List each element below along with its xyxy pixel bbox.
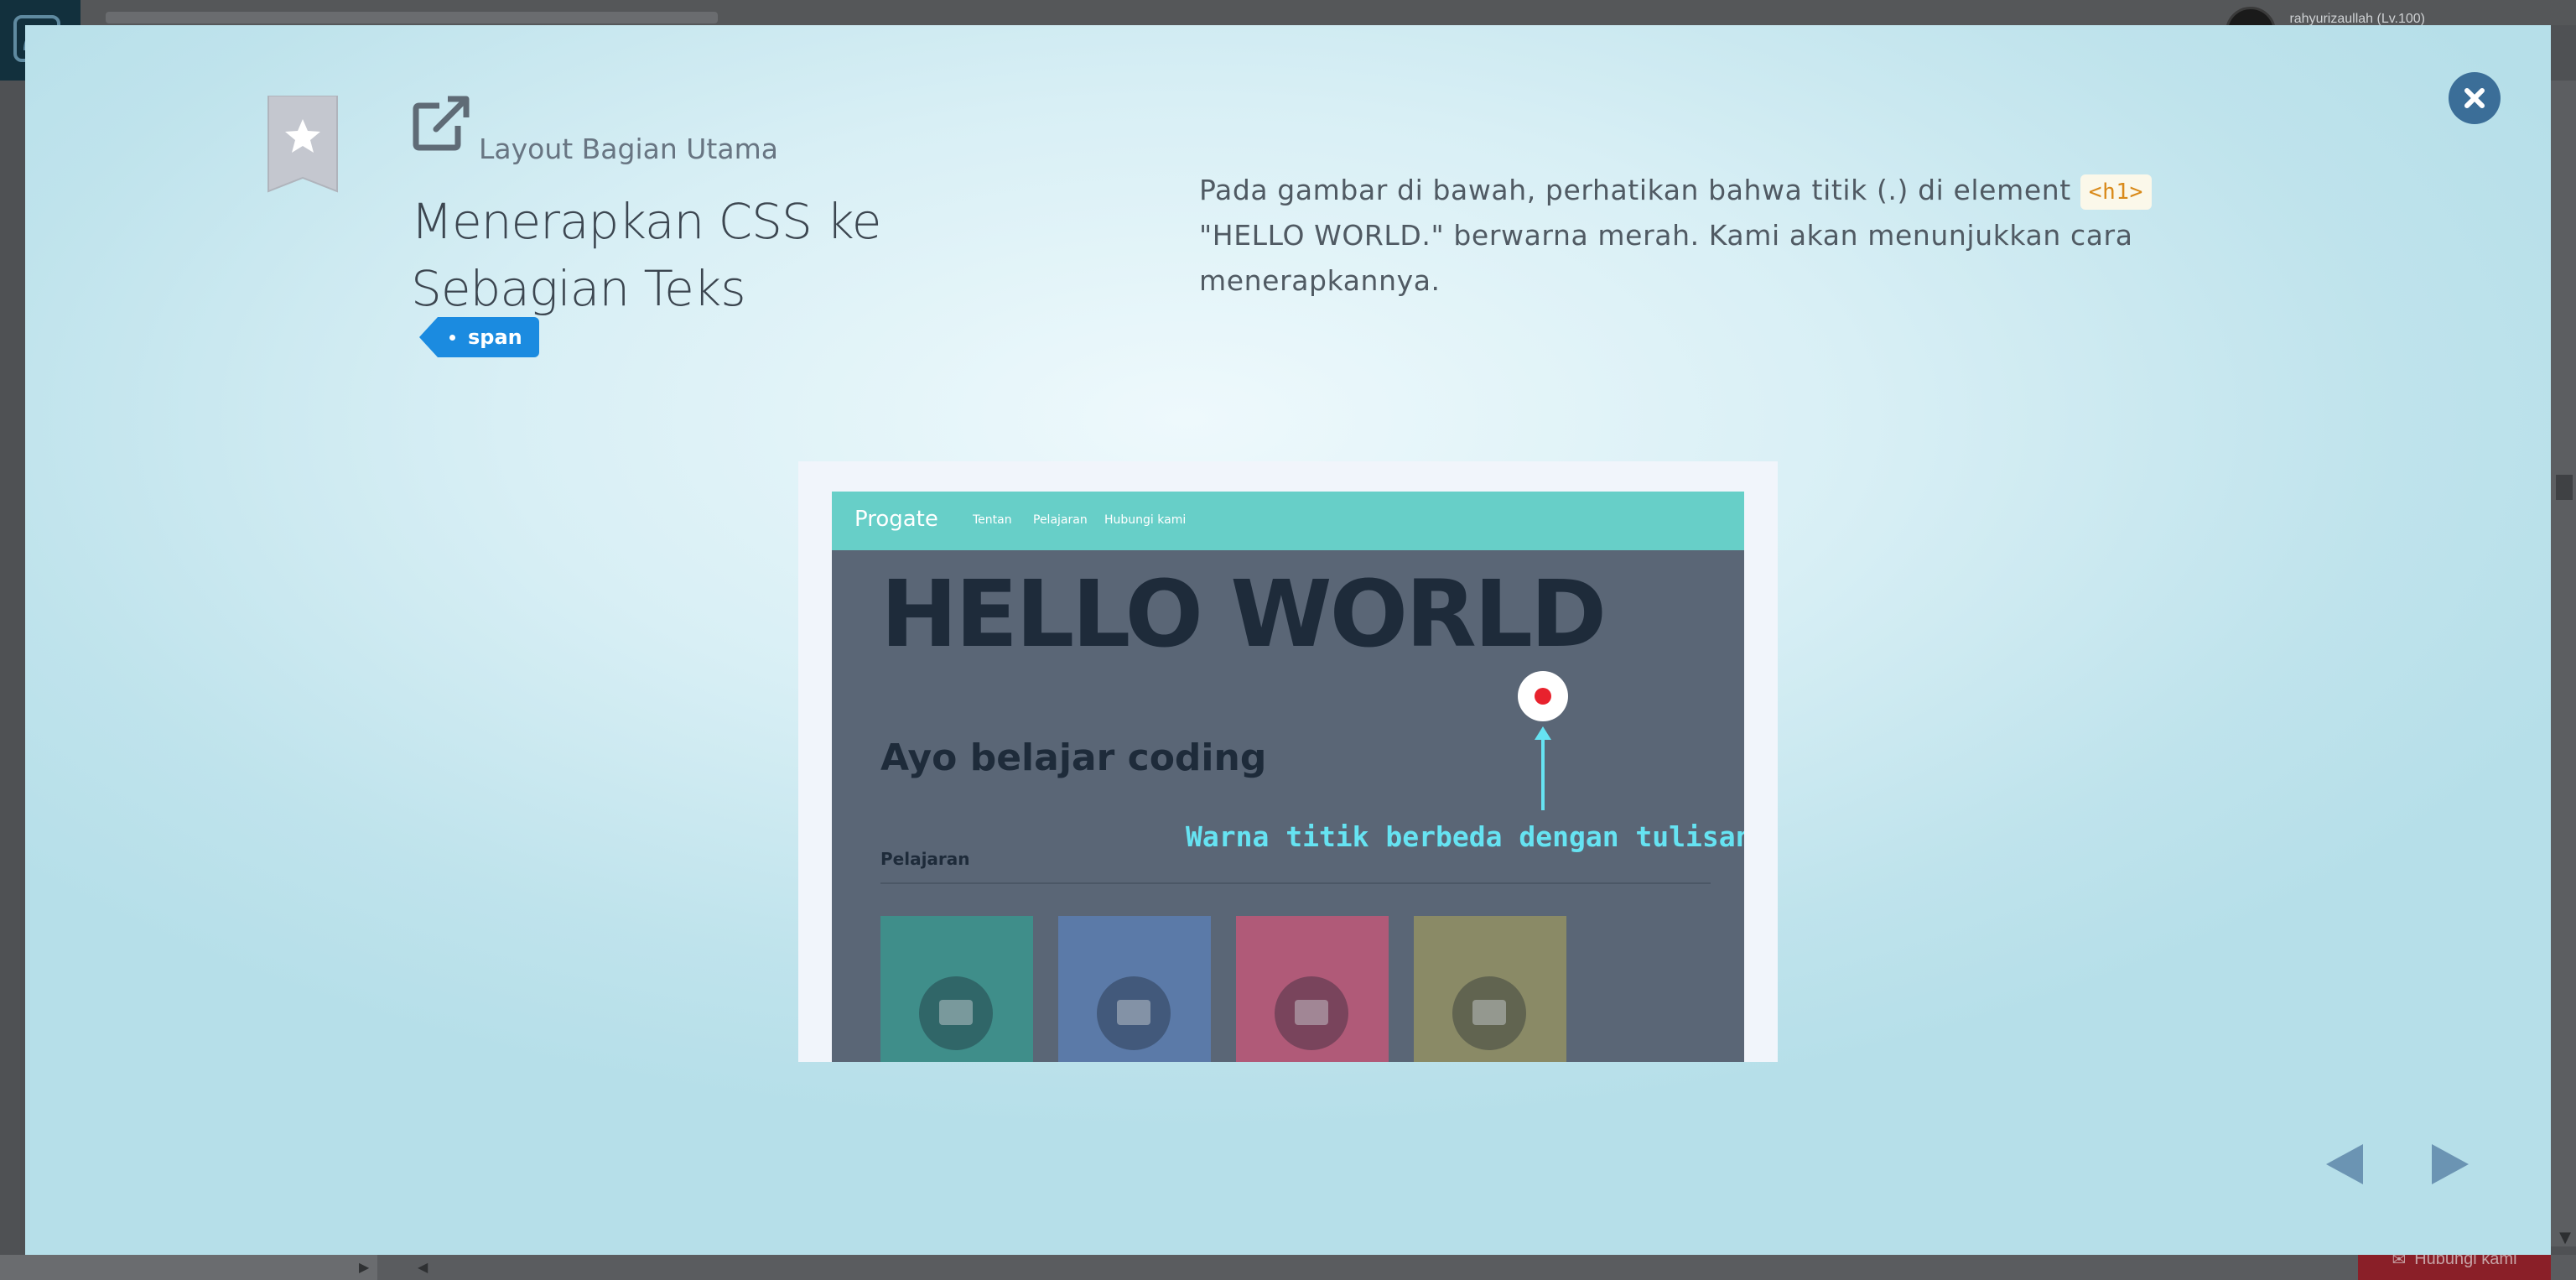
cloud-icon [1097, 976, 1171, 1050]
arrow-right-icon[interactable] [2432, 1144, 2469, 1184]
bookmark-star-icon[interactable] [267, 96, 339, 195]
close-icon [2464, 88, 2485, 108]
right-scroll-rail [2551, 81, 2576, 1246]
external-link-icon [413, 96, 470, 151]
lesson-card [880, 916, 1033, 1062]
ruby-icon [1275, 976, 1348, 1050]
annotation-text: Warna titik berbeda dengan tulisan. [1186, 820, 1744, 853]
example-logo: Progate [854, 507, 938, 532]
divider [880, 882, 1711, 884]
description-part2: "HELLO WORLD." berwarna merah. Kami akan… [1199, 219, 2133, 297]
red-dot [1535, 688, 1551, 705]
example-illustration: Progate Tentan Pelajaran Hubungi kami HE… [798, 461, 1778, 1062]
section-title: Layout Bagian Utama [479, 133, 778, 165]
scrollbar-thumb [2556, 475, 2573, 500]
example-section-label: Pelajaran [880, 849, 970, 869]
swift-icon [1452, 976, 1526, 1050]
scroll-right-icon: ▶ [359, 1259, 370, 1275]
example-nav-link: Pelajaran [1033, 513, 1088, 527]
example-headline: HELLO WORLD [880, 560, 1607, 668]
tag-span: span [419, 317, 539, 357]
scroll-down-icon: ▼ [2559, 1229, 2571, 1246]
lesson-card [1236, 916, 1389, 1062]
close-button[interactable] [2449, 72, 2501, 124]
lesson-slide-modal: Layout Bagian Utama Menerapkan CSS ke Se… [25, 25, 2551, 1255]
top-bar [80, 0, 2576, 25]
scroll-left-icon: ◀ [418, 1259, 428, 1275]
code-h1: <h1> [2080, 174, 2152, 210]
arrow-left-icon[interactable] [2326, 1144, 2363, 1184]
example-subheadline: Ayo belajar coding [880, 736, 1267, 779]
lesson-title-line2: Sebagian Teks [411, 260, 746, 317]
bottom-left-panel [0, 1255, 377, 1280]
lesson-title: Menerapkan CSS ke Sebagian Teks [411, 188, 998, 322]
html-icon [919, 976, 993, 1050]
description-part1: Pada gambar di bawah, perhatikan bahwa t… [1199, 174, 2080, 206]
lesson-description: Pada gambar di bawah, perhatikan bahwa t… [1199, 168, 2256, 304]
highlighted-dot [1518, 671, 1568, 721]
tag-label: span [468, 325, 522, 349]
pointer-line [1541, 735, 1545, 810]
example-website: Progate Tentan Pelajaran Hubungi kami HE… [832, 492, 1744, 1062]
top-search-bar [106, 12, 718, 23]
bottom-bar [0, 1255, 2576, 1280]
example-nav-link: Tentan [973, 513, 1012, 527]
lesson-card [1058, 916, 1211, 1062]
lesson-title-line1: Menerapkan CSS ke [411, 193, 881, 250]
example-nav-link: Hubungi kami [1104, 513, 1187, 527]
example-navbar: Progate Tentan Pelajaran Hubungi kami [832, 492, 1744, 550]
lesson-card [1414, 916, 1566, 1062]
